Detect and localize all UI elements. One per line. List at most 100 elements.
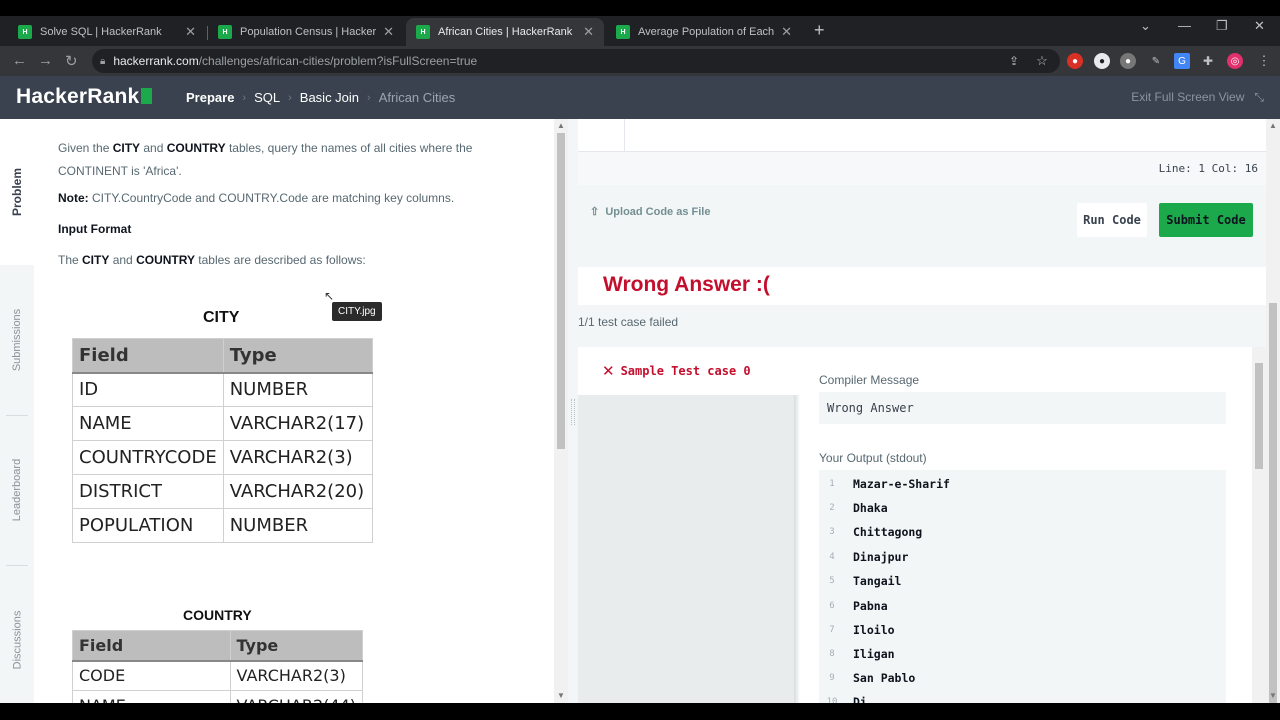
minimize-icon[interactable]: —: [1178, 18, 1191, 33]
test-case-panel: ✕ Sample Test case 0 Compiler Message Wro…: [578, 347, 1266, 703]
pane-resize-handle[interactable]: [571, 399, 575, 425]
line-text: Tangail: [853, 574, 902, 588]
lock-icon[interactable]: 🔒︎: [100, 56, 105, 67]
line-number: 6: [829, 601, 835, 611]
browser-tab-african-cities[interactable]: H African Cities | HackerRank ✕: [406, 18, 604, 46]
line-number: 4: [829, 552, 835, 562]
reload-icon[interactable]: ↻: [65, 52, 78, 70]
scroll-down-icon[interactable]: ▼: [557, 691, 565, 700]
extension-red-icon[interactable]: ●: [1067, 53, 1083, 69]
scroll-up-icon[interactable]: ▲: [1269, 121, 1277, 130]
hackerrank-logo[interactable]: HackerRank: [16, 85, 153, 109]
country-table-title: COUNTRY: [183, 607, 252, 623]
tab-leaderboard[interactable]: Leaderboard: [0, 415, 34, 565]
chevron-right-icon: ›: [288, 91, 292, 104]
translate-extension-icon[interactable]: G: [1174, 53, 1190, 69]
hackerrank-favicon-icon: H: [416, 25, 430, 39]
browser-menu-icon[interactable]: ⋮: [1256, 53, 1272, 69]
logo-mark-icon: [141, 88, 153, 104]
run-code-button[interactable]: Run Code: [1077, 203, 1147, 237]
chevron-right-icon: ›: [367, 91, 371, 104]
browser-tab-solve-sql[interactable]: H Solve SQL | HackerRank ✕: [8, 18, 206, 46]
line-number: 5: [829, 576, 835, 586]
line-number: 1: [829, 479, 835, 489]
bookmark-star-icon[interactable]: ☆: [1034, 53, 1050, 69]
browser-tab-average-population[interactable]: H Average Population of Each Conti ✕: [606, 18, 802, 46]
extension-pen-icon[interactable]: ✎: [1148, 53, 1164, 69]
upload-code-button[interactable]: ⇧ Upload Code as File: [590, 205, 710, 218]
url-path: /challenges/african-cities/problem?isFul…: [198, 54, 478, 68]
extension-gray-icon[interactable]: ●: [1120, 53, 1136, 69]
new-tab-icon[interactable]: +: [814, 20, 825, 41]
problem-scrollbar[interactable]: ▲ ▼: [554, 119, 568, 703]
table-row: POPULATION NUMBER: [72, 508, 374, 543]
tab-close-icon[interactable]: ✕: [583, 24, 594, 40]
scrollbar-thumb[interactable]: [1255, 363, 1263, 469]
text: The: [58, 253, 83, 267]
scroll-up-icon[interactable]: ▲: [557, 121, 565, 130]
breadcrumb-prepare[interactable]: Prepare: [186, 90, 234, 105]
scrollbar-thumb[interactable]: [1269, 303, 1277, 703]
exit-fullscreen-button[interactable]: Exit Full Screen View ⤡: [1131, 90, 1264, 105]
line-text: Iloilo: [853, 623, 895, 637]
line-text: Chittagong: [853, 525, 923, 539]
tab-problem[interactable]: Problem: [0, 119, 34, 265]
profile-avatar-icon[interactable]: ◎: [1227, 53, 1243, 69]
table-cell: ID: [72, 372, 224, 407]
table-cell: NAME: [72, 406, 224, 441]
output-line: 1 Mazar-e-Sharif: [819, 472, 1226, 496]
line-number: 8: [829, 649, 835, 659]
exit-fullscreen-label: Exit Full Screen View: [1131, 90, 1245, 104]
input-format-label: Input Format: [58, 222, 132, 236]
share-icon[interactable]: ⇪: [1006, 53, 1022, 69]
problem-pane: Problem Submissions Leaderboard Discussi…: [0, 119, 568, 703]
panel-shadow: [794, 395, 800, 703]
editor-gutter: [578, 119, 625, 151]
tab-close-icon[interactable]: ✕: [185, 24, 196, 40]
screen: H Solve SQL | HackerRank ✕ H Population …: [0, 0, 1280, 720]
table-cell: NUMBER: [223, 508, 374, 543]
extension-circle-icon[interactable]: ●: [1094, 53, 1110, 69]
table-row: ID NUMBER: [72, 372, 374, 407]
keyword-city: CITY: [82, 253, 110, 267]
city-table-title: CITY: [203, 309, 240, 326]
table-cell: VARCHAR2(3): [223, 440, 374, 475]
submit-code-button[interactable]: Submit Code: [1159, 203, 1253, 237]
line-number: 9: [829, 673, 835, 683]
browser-tab-bar: H Solve SQL | HackerRank ✕ H Population …: [0, 16, 1280, 46]
breadcrumb-sql[interactable]: SQL: [254, 90, 280, 105]
column-header: Field: [72, 338, 224, 374]
restore-icon[interactable]: ❐: [1216, 18, 1228, 34]
line-text: Dinajpur: [853, 550, 909, 564]
address-bar[interactable]: 🔒︎ hackerrank.com /challenges/african-ci…: [92, 49, 1060, 73]
test-case-tab[interactable]: ✕ Sample Test case 0: [578, 347, 794, 395]
scrollbar-thumb[interactable]: [557, 133, 565, 449]
cursor-position: Line: 1 Col: 16: [1158, 162, 1258, 175]
table-cell: DISTRICT: [72, 474, 224, 509]
line-text: Iligan: [853, 647, 895, 661]
output-scrollbar[interactable]: [1252, 347, 1266, 703]
table-cell: VARCHAR2(17): [223, 406, 374, 441]
tab-close-icon[interactable]: ✕: [383, 24, 394, 40]
tab-discussions[interactable]: Discussions: [0, 565, 34, 703]
tab-search-icon[interactable]: ⌄: [1140, 18, 1151, 34]
table-cell: VARCHAR2(20): [223, 474, 374, 509]
code-editor[interactable]: Line: 1 Col: 16: [578, 119, 1266, 185]
back-icon[interactable]: ←: [12, 52, 27, 69]
column-header: Type: [223, 338, 374, 374]
tab-problem-label: Problem: [10, 167, 25, 217]
editor-pane-scrollbar[interactable]: ▲ ▼: [1266, 119, 1280, 703]
table-row: DISTRICT VARCHAR2(20): [72, 474, 374, 509]
scroll-down-icon[interactable]: ▼: [1269, 691, 1277, 700]
forward-icon[interactable]: →: [38, 52, 53, 69]
browser-tab-population-census[interactable]: H Population Census | HackerRank ✕: [208, 18, 404, 46]
tab-close-icon[interactable]: ✕: [781, 24, 792, 40]
column-header: Field: [72, 630, 231, 662]
vertical-tabs: Problem Submissions Leaderboard Discussi…: [0, 119, 34, 703]
extensions-puzzle-icon[interactable]: ✚: [1200, 53, 1216, 69]
close-window-icon[interactable]: ✕: [1254, 18, 1265, 34]
tab-submissions[interactable]: Submissions: [0, 265, 34, 415]
breadcrumb-basic-join[interactable]: Basic Join: [300, 90, 359, 105]
line-text: San Pablo: [853, 671, 916, 685]
table-cell: NAME: [72, 690, 231, 703]
